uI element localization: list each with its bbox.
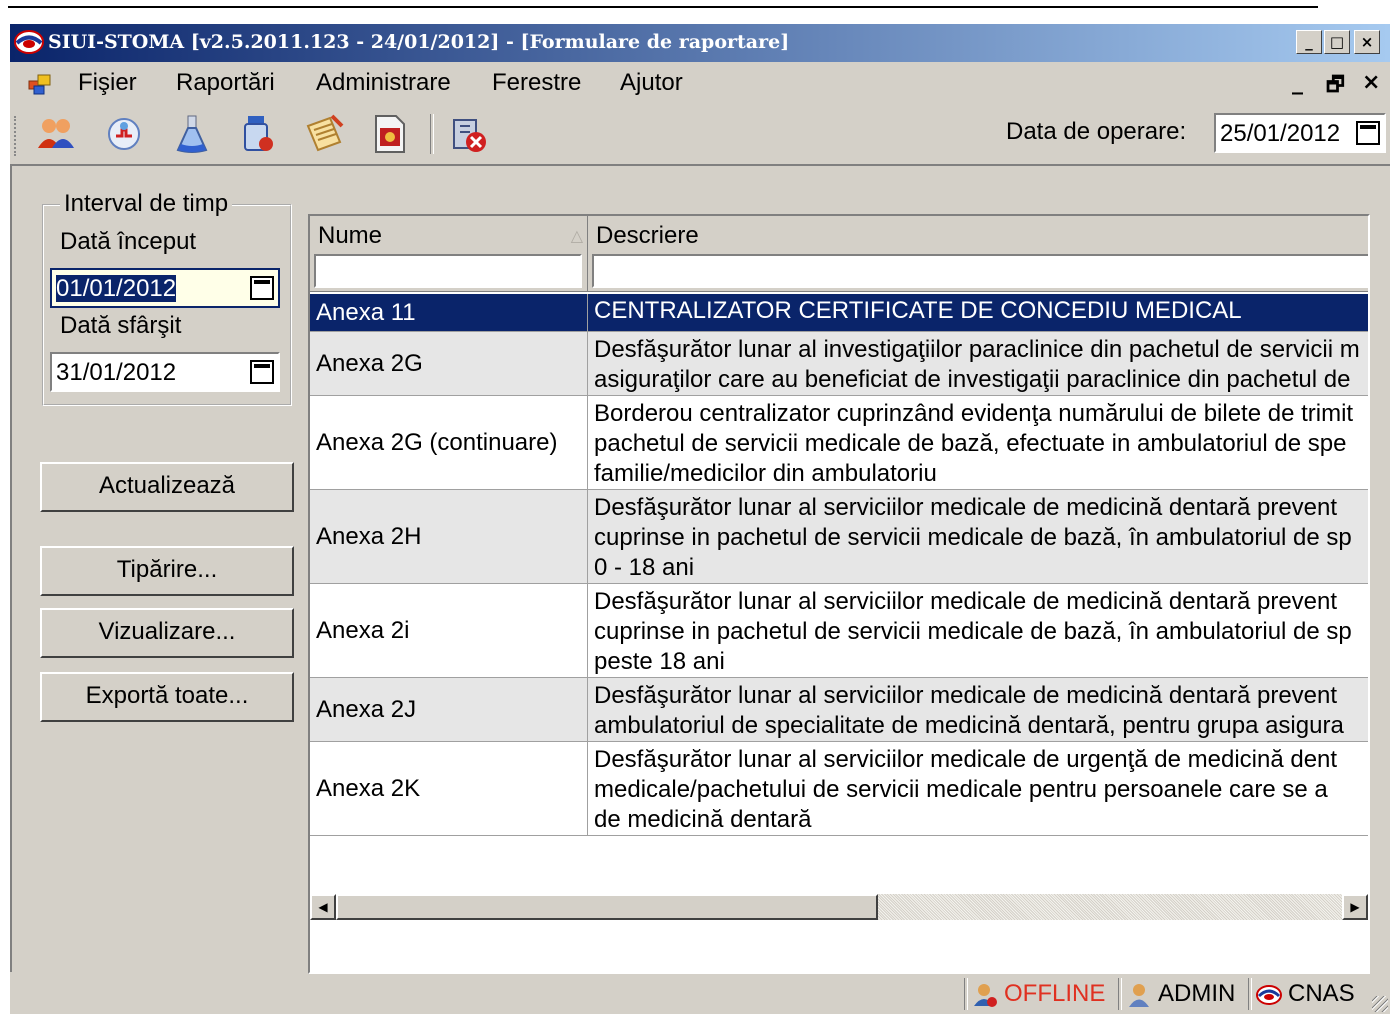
scroll-thumb[interactable] <box>336 894 878 920</box>
user-icon <box>1129 983 1149 1007</box>
network-user-icon <box>974 983 997 1007</box>
cell-description: Desfăşurător lunar al serviciilor medica… <box>594 746 1338 833</box>
table-row[interactable]: Anexa 2H Desfăşurător lunar al serviciil… <box>310 490 1368 584</box>
user-status-text: ADMIN <box>1158 980 1236 1007</box>
operation-date-value: 25/01/2012 <box>1220 120 1341 147</box>
start-date-calendar-button[interactable] <box>250 276 274 300</box>
cell-description: Desfăşurător lunar al serviciilor medica… <box>594 682 1344 739</box>
document-certificate-icon[interactable] <box>368 112 412 156</box>
scroll-left-button[interactable]: ◀ <box>310 894 336 920</box>
resize-grip[interactable] <box>1372 996 1388 1012</box>
sort-ascending-icon: △ <box>570 226 583 245</box>
organization-status-text: CNAS <box>1288 980 1355 1007</box>
menu-bar: Fişier Raportări Administrare Ferestre A… <box>10 64 1390 104</box>
table-row[interactable]: Anexa 2i Desfăşurător lunar al serviciil… <box>310 584 1368 678</box>
status-separator <box>1118 978 1122 1010</box>
cell-name: Anexa 2G (continuare) <box>310 396 588 489</box>
exit-icon[interactable] <box>446 112 490 156</box>
cell-description: Desfăşurător lunar al serviciilor medica… <box>594 588 1352 675</box>
cnas-logo-icon <box>14 30 44 54</box>
table-row[interactable]: Anexa 11 CENTRALIZATOR CERTIFICATE DE CO… <box>310 294 1368 332</box>
description-filter-input[interactable] <box>592 254 1368 288</box>
operation-date-label: Data de operare: <box>1006 118 1187 145</box>
cell-name: Anexa 2G <box>310 332 588 395</box>
toolbar-separator <box>430 114 434 154</box>
cell-description: Borderou centralizator cuprinzând eviden… <box>594 400 1354 487</box>
operation-date-field[interactable]: 25/01/2012 <box>1214 113 1386 153</box>
users-icon[interactable] <box>34 112 78 156</box>
connection-status: OFFLINE <box>972 980 1105 1008</box>
export-all-button[interactable]: Exportă toate... <box>40 672 294 722</box>
menu-administrare[interactable]: Administrare <box>316 69 451 97</box>
toolbar-grip[interactable] <box>14 116 19 156</box>
cell-description: CENTRALIZATOR CERTIFICATE DE CONCEDIU ME… <box>594 297 1242 324</box>
cell-name: Anexa 2J <box>310 678 588 741</box>
cell-name: Anexa 2H <box>310 490 588 583</box>
connection-status-text: OFFLINE <box>1004 980 1106 1007</box>
menu-raportari[interactable]: Raportări <box>176 69 275 97</box>
table-row[interactable]: Anexa 2K Desfăşurător lunar al serviciil… <box>310 742 1368 836</box>
title-bar[interactable]: SIUI-STOMA [v2.5.2011.123 - 24/01/2012] … <box>10 24 1390 62</box>
start-date-value: 01/01/2012 <box>56 275 177 302</box>
start-date-label: Dată început <box>60 228 197 255</box>
refresh-button[interactable]: Actualizează <box>40 462 294 512</box>
user-status: ADMIN <box>1126 980 1235 1008</box>
menu-ajutor[interactable]: Ajutor <box>620 69 683 97</box>
cell-name: Anexa 2K <box>310 742 588 835</box>
cell-name: Anexa 2i <box>310 584 588 677</box>
cnas-logo-icon <box>1256 984 1282 1005</box>
end-date-calendar-button[interactable] <box>250 360 274 384</box>
toolbar: Data de operare: 25/01/2012 <box>10 106 1390 162</box>
minimize-button[interactable]: _ <box>1296 30 1322 54</box>
end-date-value: 31/01/2012 <box>56 359 177 386</box>
table-row[interactable]: Anexa 2J Desfăşurător lunar al serviciil… <box>310 678 1368 742</box>
menu-ferestre[interactable]: Ferestre <box>492 69 581 97</box>
end-date-field[interactable]: 31/01/2012 <box>50 352 280 392</box>
top-border-line <box>8 6 1318 8</box>
reports-grid: Nume △ Descriere Anexa 11 CENTRALIZATOR … <box>308 214 1370 974</box>
cell-description: Desfăşurător lunar al serviciilor medica… <box>594 494 1352 581</box>
end-date-label: Dată sfârşit <box>60 312 182 339</box>
status-separator <box>1248 978 1252 1010</box>
report-forms-panel: Interval de timp Dată început 01/01/2012… <box>10 164 1390 974</box>
notepad-icon[interactable] <box>302 112 346 156</box>
column-header-description[interactable]: Descriere <box>588 216 1368 292</box>
column-header-name[interactable]: Nume △ <box>310 216 588 292</box>
time-interval-group: Interval de timp Dată început 01/01/2012… <box>42 190 292 406</box>
close-button[interactable]: × <box>1354 30 1380 54</box>
mdi-close-button[interactable]: × <box>1362 70 1380 95</box>
time-interval-legend: Interval de timp <box>60 190 233 218</box>
organization-status: CNAS <box>1256 980 1355 1008</box>
lab-flask-icon[interactable] <box>170 112 214 156</box>
app-windows-icon[interactable] <box>28 73 52 95</box>
scroll-right-button[interactable]: ▶ <box>1342 894 1368 920</box>
status-bar: OFFLINE ADMIN CNAS <box>10 974 1390 1014</box>
window-title: SIUI-STOMA [v2.5.2011.123 - 24/01/2012] … <box>48 31 790 53</box>
print-button[interactable]: Tipărire... <box>40 546 294 596</box>
table-row[interactable]: Anexa 2G Desfăşurător lunar al investiga… <box>310 332 1368 396</box>
name-filter-input[interactable] <box>314 254 582 288</box>
maximize-button[interactable]: □ <box>1324 30 1350 54</box>
medicine-bottle-icon[interactable] <box>236 112 280 156</box>
preview-button[interactable]: Vizualizare... <box>40 608 294 658</box>
column-header-name-label: Nume <box>318 222 383 249</box>
column-header-description-label: Descriere <box>596 222 699 249</box>
calendar-button[interactable] <box>1356 121 1380 145</box>
table-row[interactable]: Anexa 2G (continuare) Borderou centraliz… <box>310 396 1368 490</box>
status-separator <box>964 978 968 1010</box>
app-window: SIUI-STOMA [v2.5.2011.123 - 24/01/2012] … <box>10 24 1390 1014</box>
start-date-field[interactable]: 01/01/2012 <box>50 268 280 308</box>
medical-cross-icon[interactable] <box>102 112 146 156</box>
horizontal-scrollbar[interactable]: ◀ ▶ <box>310 894 1368 920</box>
mdi-restore-button[interactable]: 🗗 <box>1326 70 1345 104</box>
menu-fisier[interactable]: Fişier <box>78 69 137 97</box>
mdi-minimize-button[interactable]: _ <box>1292 70 1303 95</box>
cell-name: Anexa 11 <box>310 294 588 331</box>
cell-description: Desfăşurător lunar al investigaţiilor pa… <box>594 336 1360 393</box>
